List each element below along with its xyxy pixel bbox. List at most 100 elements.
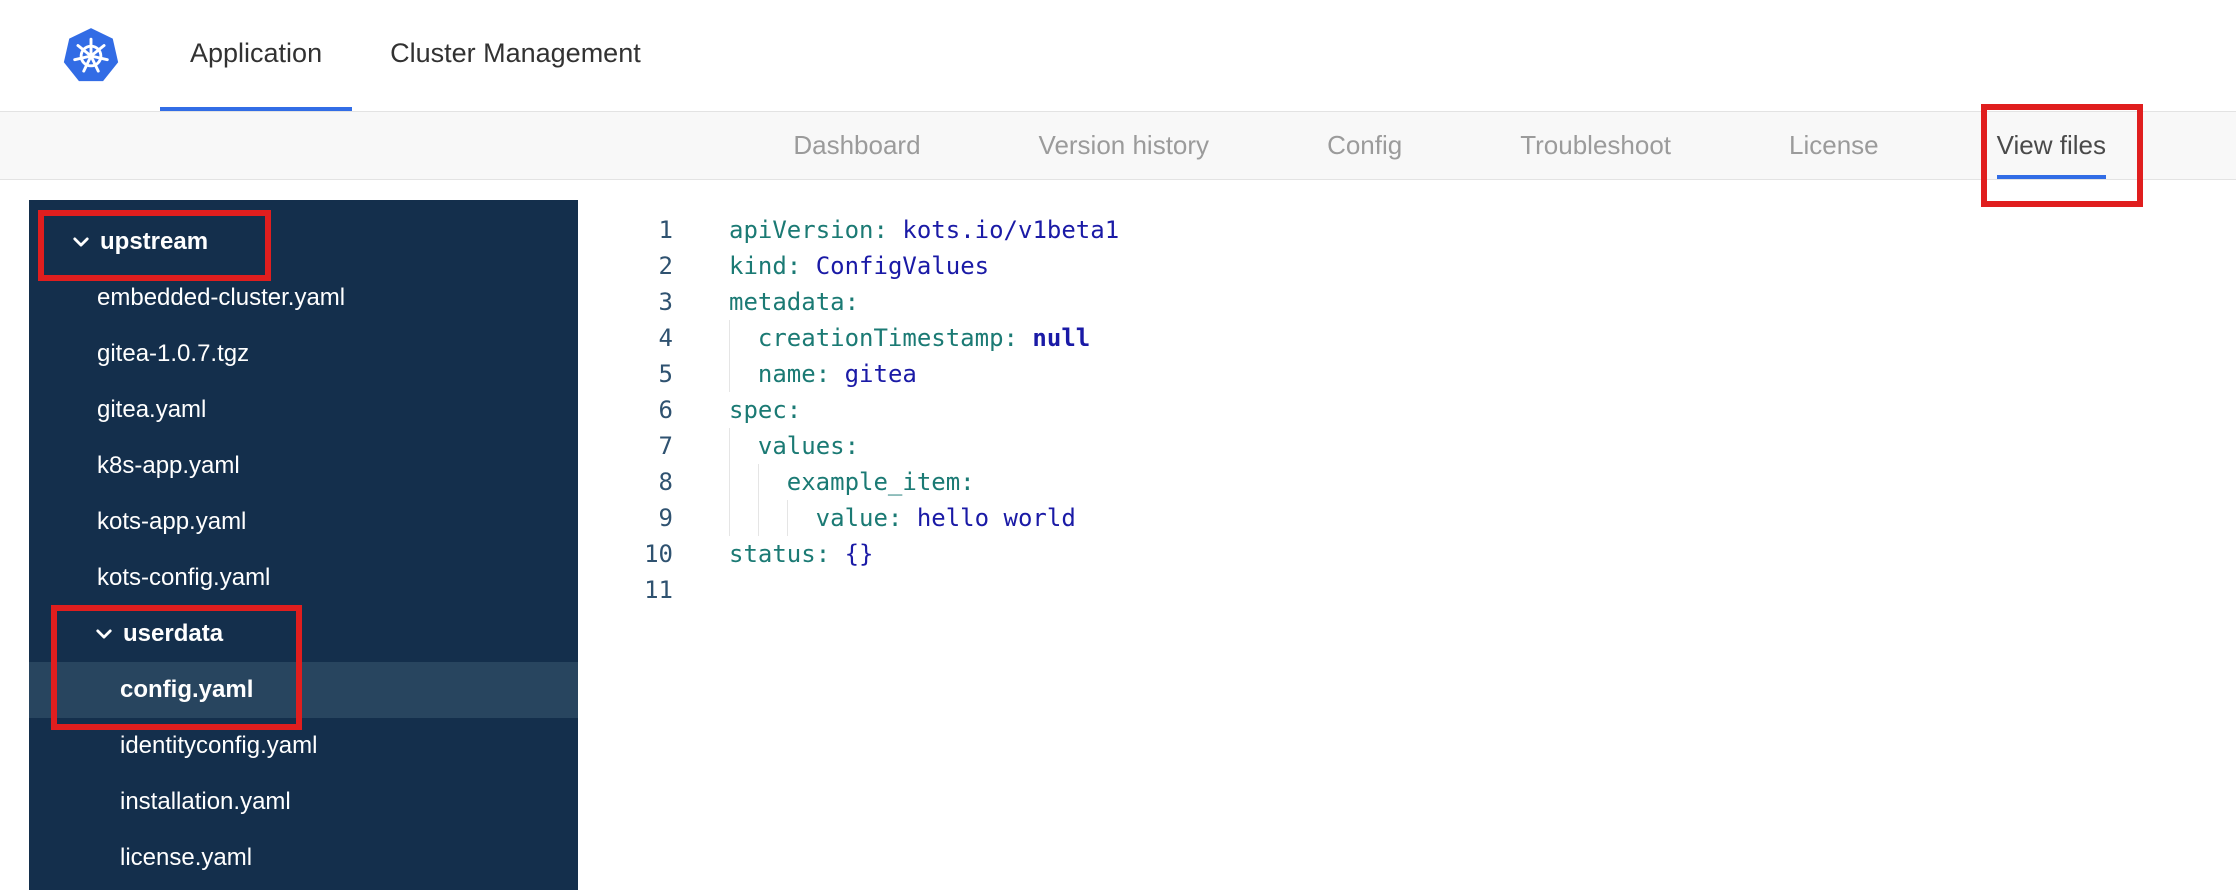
top-header: Application Cluster Management: [0, 0, 2236, 111]
code-text: values:: [729, 428, 859, 464]
indent-guide: [729, 464, 758, 500]
code-line: 2 kind: ConfigValues: [613, 248, 2236, 284]
main-content: upstream embedded-cluster.yaml gitea-1.0.7…: [0, 180, 2236, 890]
code-token: values:: [757, 432, 860, 460]
app-subnav: Dashboard Version history Config Troublesho…: [0, 111, 2236, 180]
code-line: 5 name: gitea: [613, 356, 2236, 392]
code-text: metadata:: [729, 284, 859, 320]
indent-guide: [757, 464, 787, 500]
kubernetes-logo: [62, 0, 120, 111]
line-number: 1: [658, 216, 673, 244]
code-text: kind: ConfigValues: [729, 248, 989, 284]
indent-guide: [729, 428, 758, 464]
tree-file-identityconfig-yaml[interactable]: identityconfig.yaml: [29, 718, 578, 774]
subnav-item-version-history[interactable]: Version history: [1039, 112, 1210, 179]
file-label: embedded-cluster.yaml: [97, 284, 346, 311]
chevron-down-icon: [94, 624, 114, 644]
code-token: null: [1017, 324, 1091, 352]
folder-label: upstream: [100, 228, 209, 255]
indent-guide: [729, 500, 758, 536]
file-label: license.yaml: [120, 844, 253, 871]
tree-file-gitea-1-0-7-tgz[interactable]: gitea-1.0.7.tgz: [29, 326, 578, 382]
file-tree: upstream embedded-cluster.yaml gitea-1.0.7…: [29, 200, 578, 890]
indent-guide: [757, 500, 787, 536]
line-number: 3: [658, 288, 673, 316]
file-label: installation.yaml: [120, 788, 291, 815]
code-line: 7 values:: [613, 428, 2236, 464]
tree-file-installation-yaml[interactable]: installation.yaml: [29, 774, 578, 830]
line-number: 5: [658, 360, 673, 388]
code-line: 10 status: {}: [613, 536, 2236, 572]
line-number: 8: [658, 468, 673, 496]
line-number: 6: [658, 396, 673, 424]
code-token: spec:: [729, 396, 802, 424]
file-label: config.yaml: [120, 676, 254, 703]
line-number: 2: [658, 252, 673, 280]
code-text: example_item:: [729, 464, 975, 500]
code-token: apiVersion:: [729, 216, 888, 244]
subnav-item-view-files[interactable]: View files: [1996, 112, 2106, 179]
code-text: spec:: [729, 392, 801, 428]
code-token: value:: [815, 504, 903, 532]
kubernetes-helm-icon: [63, 27, 119, 81]
tree-folder-upstream[interactable]: upstream: [29, 214, 578, 270]
code-token: gitea: [830, 360, 917, 388]
indent-guide: [729, 320, 758, 356]
code-text: status: {}: [729, 536, 874, 572]
file-label: k8s-app.yaml: [97, 452, 240, 479]
file-label: identityconfig.yaml: [120, 732, 318, 759]
tree-file-config-yaml[interactable]: config.yaml: [29, 662, 578, 718]
code-line: 8 example_item:: [613, 464, 2236, 500]
line-number: 4: [658, 324, 673, 352]
code-line: 1 apiVersion: kots.io/v1beta1: [613, 212, 2236, 248]
code-text: apiVersion: kots.io/v1beta1: [729, 212, 1119, 248]
code-token: example_item:: [786, 468, 975, 496]
tree-file-kots-app-yaml[interactable]: kots-app.yaml: [29, 494, 578, 550]
file-label: gitea.yaml: [97, 396, 207, 423]
indent-guide: [786, 500, 816, 536]
editor-lines: 1 apiVersion: kots.io/v1beta1 2 kind: Confi…: [613, 212, 2236, 608]
subnav-items: Dashboard Version history Config Troublesho…: [793, 112, 2106, 179]
file-label: kots-config.yaml: [97, 564, 271, 591]
folder-label: userdata: [123, 620, 224, 647]
code-text: value: hello world: [729, 500, 1076, 536]
indent-guide: [729, 356, 758, 392]
code-token: name:: [757, 360, 831, 388]
code-token: hello world: [902, 504, 1076, 532]
code-line: 3 metadata:: [613, 284, 2236, 320]
code-text: name: gitea: [729, 356, 917, 392]
code-token: {}: [830, 540, 874, 568]
tree-file-gitea-yaml[interactable]: gitea.yaml: [29, 382, 578, 438]
code-token: kind:: [729, 252, 802, 280]
code-token: status:: [729, 540, 831, 568]
header-tab-application[interactable]: Application: [160, 0, 353, 111]
tree-file-embedded-cluster-yaml[interactable]: embedded-cluster.yaml: [29, 270, 578, 326]
code-token: kots.io/v1beta1: [887, 216, 1120, 244]
code-line: 6 spec:: [613, 392, 2236, 428]
subnav-item-troubleshoot[interactable]: Troubleshoot: [1520, 112, 1671, 179]
chevron-down-icon: [71, 232, 91, 252]
tree-folder-userdata[interactable]: userdata: [29, 606, 578, 662]
line-number: 9: [658, 504, 673, 532]
tree-file-kots-config-yaml[interactable]: kots-config.yaml: [29, 550, 578, 606]
code-line: 9 value: hello world: [613, 500, 2236, 536]
code-line: 11: [613, 572, 2236, 608]
code-editor[interactable]: 1 apiVersion: kots.io/v1beta1 2 kind: Confi…: [613, 200, 2236, 890]
tree-file-k8s-app-yaml[interactable]: k8s-app.yaml: [29, 438, 578, 494]
file-label: kots-app.yaml: [97, 508, 247, 535]
code-token: ConfigValues: [801, 252, 990, 280]
code-text: creationTimestamp: null: [729, 320, 1090, 356]
subnav-item-license[interactable]: License: [1789, 112, 1879, 179]
code-line: 4 creationTimestamp: null: [613, 320, 2236, 356]
code-token: creationTimestamp:: [757, 324, 1018, 352]
line-number: 11: [644, 576, 673, 604]
subnav-item-dashboard[interactable]: Dashboard: [793, 112, 920, 179]
code-token: metadata:: [729, 288, 860, 316]
file-label: gitea-1.0.7.tgz: [97, 340, 250, 367]
line-number: 10: [644, 540, 673, 568]
header-tabs: Application Cluster Management: [160, 0, 679, 111]
tree-file-license-yaml[interactable]: license.yaml: [29, 830, 578, 886]
header-tab-cluster-management[interactable]: Cluster Management: [360, 0, 671, 111]
subnav-item-config[interactable]: Config: [1327, 112, 1402, 179]
line-number: 7: [658, 432, 673, 460]
